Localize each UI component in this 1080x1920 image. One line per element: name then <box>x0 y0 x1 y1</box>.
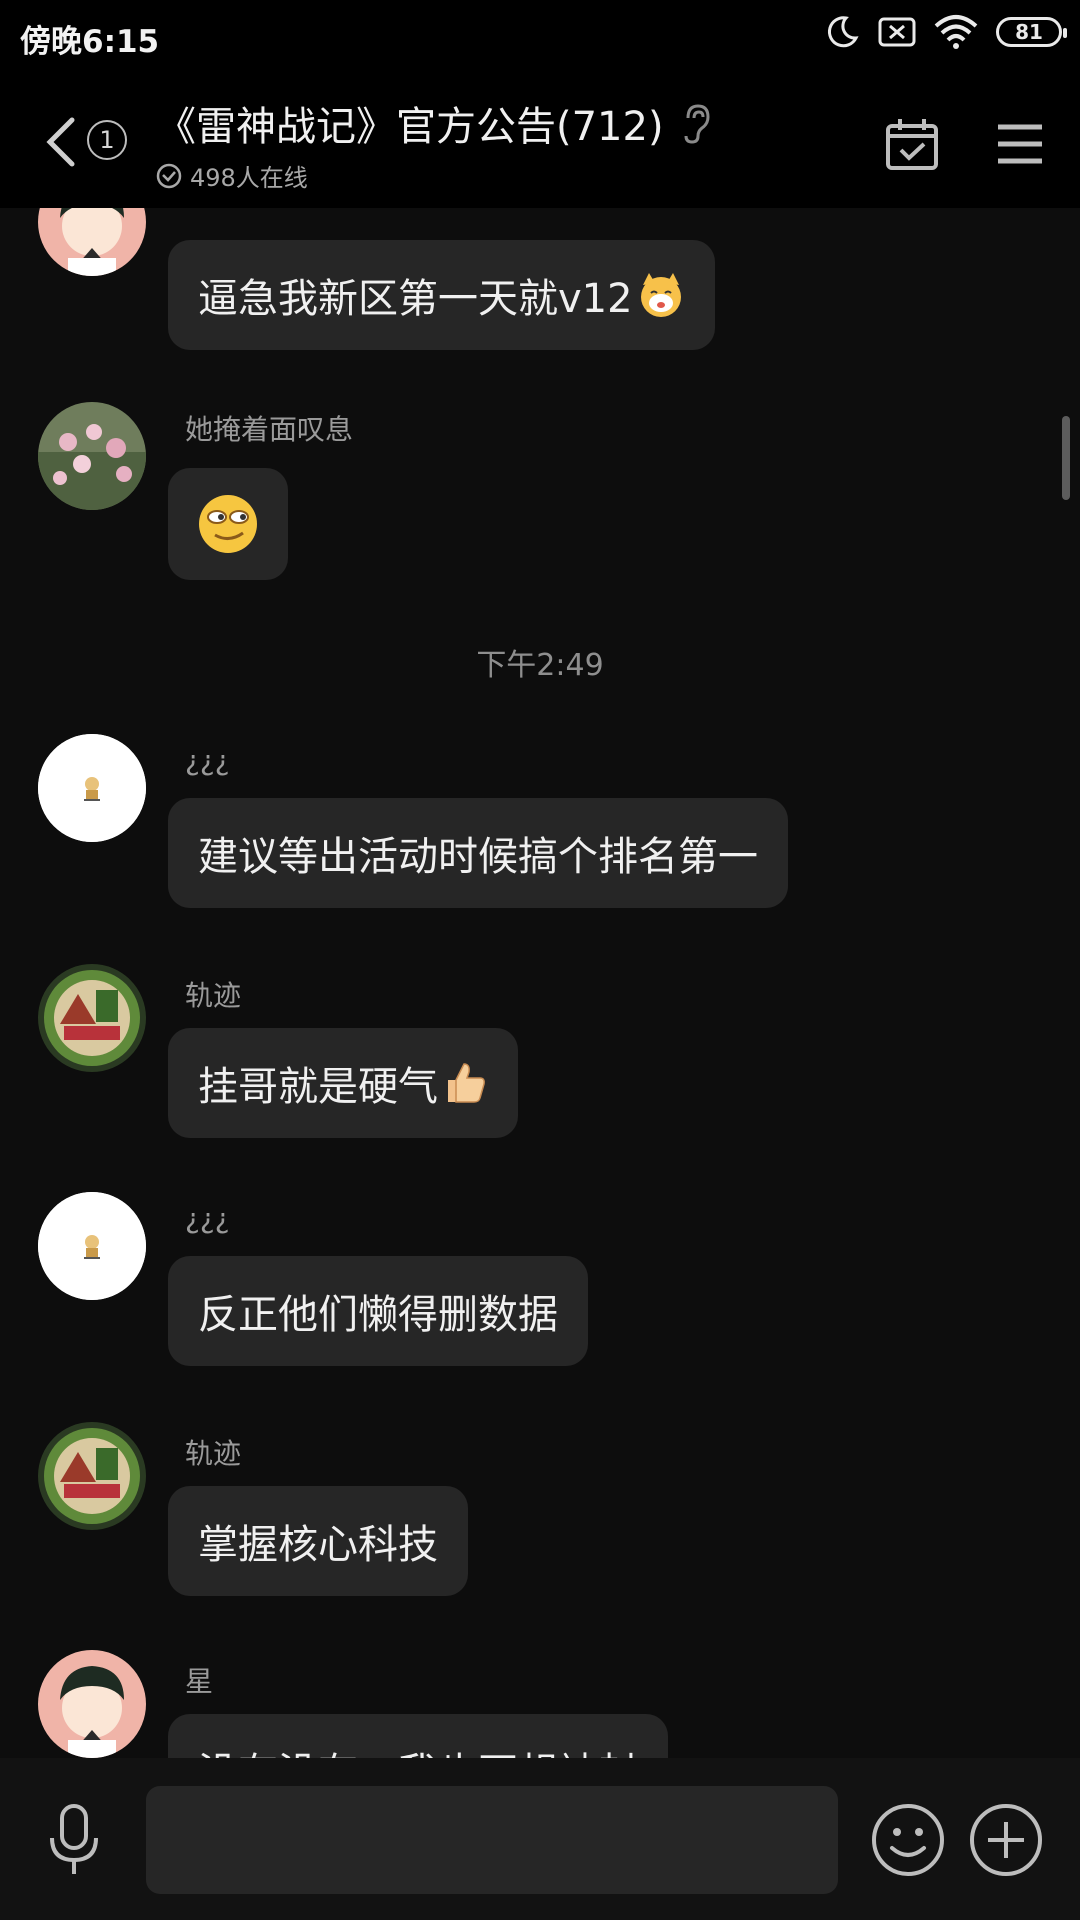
back-arrow-icon[interactable] <box>42 116 78 168</box>
sender-name: ¿¿¿ <box>185 744 230 777</box>
watermelon-avatar-image <box>38 1422 146 1530</box>
avatar[interactable] <box>38 734 146 842</box>
message-text: 逼急我新区第一天就v12 <box>198 276 633 322</box>
small-figure-avatar-image <box>38 1192 146 1300</box>
message-bubble[interactable]: 逼急我新区第一天就v12 <box>168 240 715 350</box>
input-bar <box>0 1758 1080 1920</box>
microphone-icon[interactable] <box>44 1802 104 1878</box>
message-bubble[interactable]: 反正他们懒得删数据 <box>168 1256 588 1366</box>
calendar-check-icon[interactable] <box>884 116 940 172</box>
group-title-row: 《雷神战记》官方公告(712) <box>156 94 716 152</box>
message-text: 没有没有，我也不想被封 <box>198 1740 638 1758</box>
watermelon-avatar-image <box>38 964 146 1072</box>
status-time: 傍晚6:15 <box>20 24 160 60</box>
message-bubble[interactable]: 掌握核心科技 <box>168 1486 468 1596</box>
sender-name: 她掩着面叹息 <box>185 413 354 446</box>
chat-message-list[interactable]: 逼急我新区第一天就v12 她掩着面叹息 下午2:49 ¿¿¿ 建议等出活动时候搞… <box>0 208 1080 1758</box>
message-text: 反正他们懒得删数据 <box>198 1292 558 1338</box>
online-count: 498人在线 <box>190 164 308 192</box>
group-title: 《雷神战记》官方公告(712) <box>156 104 664 150</box>
message-text: 建议等出活动时候搞个排名第一 <box>198 834 758 880</box>
message-text: 挂哥就是硬气 <box>198 1064 438 1110</box>
message-input[interactable] <box>146 1786 838 1894</box>
scrollbar-thumb[interactable] <box>1062 416 1070 500</box>
avatar[interactable] <box>38 964 146 1072</box>
emoji-smile-icon[interactable] <box>870 1802 946 1878</box>
sender-name: 轨迹 <box>185 1437 242 1470</box>
avatar[interactable] <box>38 1650 146 1758</box>
message-text: 掌握核心科技 <box>198 1522 438 1568</box>
wifi-icon <box>934 15 978 49</box>
unread-count-badge[interactable]: 1 <box>87 120 127 160</box>
chat-title-block[interactable]: 《雷神战记》官方公告(712) 498人在线 <box>156 94 716 193</box>
sender-name: 星 <box>185 1665 214 1698</box>
anime-avatar-image <box>38 1650 146 1758</box>
cat-emoji-icon <box>640 273 681 317</box>
avatar[interactable] <box>38 208 146 276</box>
anime-avatar-image <box>38 208 146 276</box>
chat-header: 1 《雷神战记》官方公告(712) 498人在线 <box>0 72 1080 208</box>
sim-off-icon <box>878 17 916 47</box>
status-icons: 81 <box>824 14 1067 50</box>
message-bubble[interactable]: 建议等出活动时候搞个排名第一 <box>168 798 788 908</box>
avatar[interactable] <box>38 1192 146 1300</box>
check-circle-icon <box>156 163 182 188</box>
smirk-emoji-icon <box>199 495 257 553</box>
sender-name: 轨迹 <box>185 979 242 1012</box>
ear-icon[interactable] <box>680 102 712 144</box>
thumbs-up-icon <box>448 1063 485 1103</box>
avatar[interactable] <box>38 1422 146 1530</box>
battery-indicator: 81 <box>996 17 1067 47</box>
avatar[interactable] <box>38 402 146 510</box>
small-figure-avatar-image <box>38 734 146 842</box>
status-bar: 傍晚6:15 81 <box>0 0 1080 72</box>
menu-icon[interactable] <box>996 122 1044 166</box>
moon-icon <box>827 16 859 48</box>
flowers-avatar-image <box>38 402 146 510</box>
message-bubble[interactable]: 挂哥就是硬气 <box>168 1028 518 1138</box>
plus-circle-icon[interactable] <box>968 1802 1044 1878</box>
sender-name: ¿¿¿ <box>185 1202 230 1235</box>
timestamp: 下午2:49 <box>476 648 604 683</box>
message-bubble[interactable] <box>168 468 288 580</box>
message-bubble[interactable]: 没有没有，我也不想被封 <box>168 1714 668 1758</box>
online-status: 498人在线 <box>156 158 716 193</box>
